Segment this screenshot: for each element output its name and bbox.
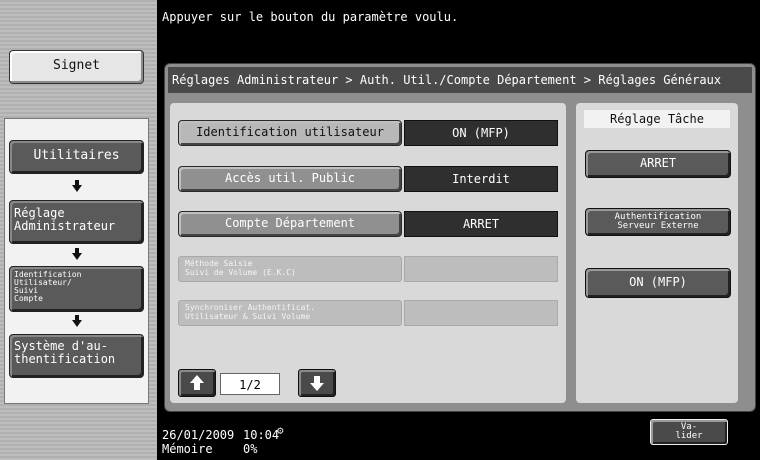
- reglage-tache-title: Réglage Tâche: [584, 110, 730, 128]
- methode-saisie-value: [404, 256, 558, 282]
- compte-departement-button[interactable]: Compte Département: [178, 211, 402, 237]
- sidebar-item-identification-utilisateur[interactable]: Identification Utilisateur/ Suivi Compte: [9, 266, 144, 312]
- acces-util-public-value: Interdit: [404, 166, 558, 192]
- validate-button[interactable]: Va- lider: [650, 419, 728, 445]
- identification-utilisateur-value: ON (MFP): [404, 120, 558, 146]
- page-down-button[interactable]: [298, 369, 336, 397]
- task-arret-button[interactable]: ARRET: [585, 150, 731, 178]
- status-date: 26/01/2009: [162, 428, 235, 442]
- sidebar-item-utilitaires[interactable]: Utilitaires: [9, 140, 144, 174]
- synchroniser-authentification-value: [404, 300, 558, 326]
- network-icon: ⚙: [277, 424, 284, 437]
- signet-button[interactable]: Signet: [9, 50, 144, 84]
- task-settings-area: [576, 103, 738, 403]
- settings-list-area: [170, 103, 566, 403]
- page-indicator: 1/2: [220, 373, 280, 395]
- synchroniser-authentification-button: Synchroniser Authentificat. Utilisateur …: [178, 300, 402, 326]
- page-up-button[interactable]: [178, 369, 216, 397]
- top-message-bar: [157, 0, 760, 58]
- down-arrow-icon: [72, 185, 82, 192]
- memory-label: Mémoire: [162, 442, 213, 456]
- breadcrumb: Réglages Administrateur > Auth. Util./Co…: [168, 67, 752, 93]
- top-message: Appuyer sur le bouton du paramètre voulu…: [162, 10, 459, 24]
- sidebar-item-systeme-authentification[interactable]: Système d'au- thentification: [9, 334, 144, 378]
- down-arrow-icon: [72, 253, 82, 260]
- memory-value: 0%: [243, 442, 258, 456]
- acces-util-public-button[interactable]: Accès util. Public: [178, 166, 402, 192]
- status-time: 10:04: [243, 428, 280, 442]
- identification-utilisateur-button[interactable]: Identification utilisateur: [178, 120, 402, 146]
- down-arrow-icon: [72, 320, 82, 327]
- down-arrow-icon: [310, 376, 324, 391]
- methode-saisie-button: Méthode Saisie Suivi de Volume (E.K.C): [178, 256, 402, 282]
- task-authentification-serveur-button[interactable]: Authentification Serveur Externe: [585, 208, 731, 236]
- up-arrow-icon: [190, 375, 204, 390]
- task-on-mfp-button[interactable]: ON (MFP): [585, 268, 731, 298]
- sidebar-item-reglage-administrateur[interactable]: Réglage Administrateur: [9, 200, 144, 244]
- compte-departement-value: ARRET: [404, 211, 558, 237]
